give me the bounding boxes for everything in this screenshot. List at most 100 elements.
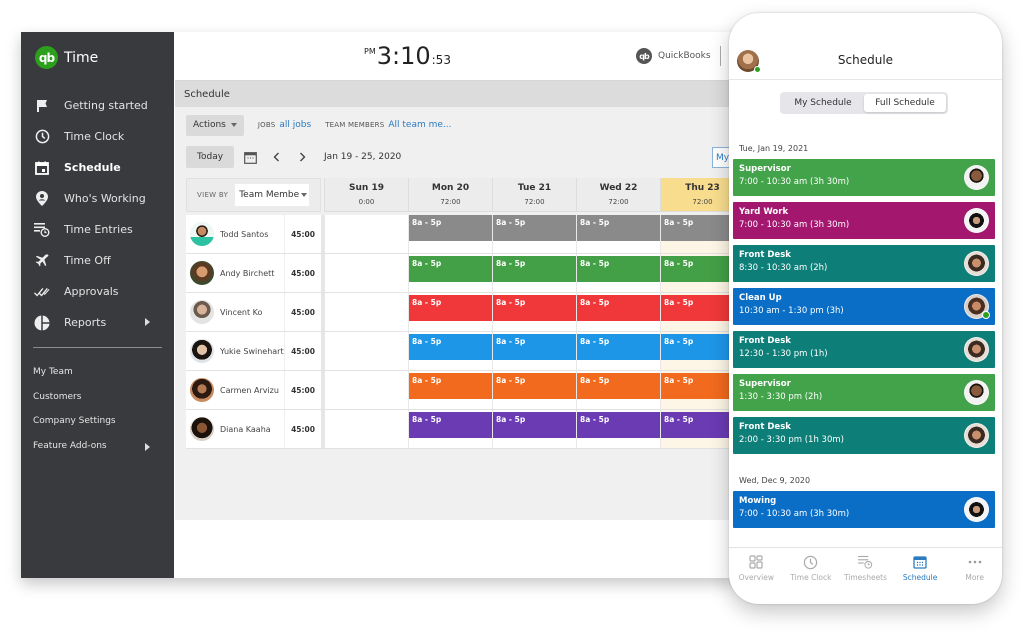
day-header[interactable]: Sun 19 0:00 (324, 178, 408, 212)
schedule-cell[interactable]: 8a - 5p (408, 254, 492, 292)
tab-time-clock[interactable]: Time Clock (784, 554, 839, 604)
schedule-cell[interactable]: 8a - 5p (660, 332, 736, 370)
day-header-today[interactable]: Thu 23 72:00 (660, 178, 736, 212)
member-cell[interactable]: Andy Birchett (186, 254, 285, 292)
schedule-cell[interactable]: 8a - 5p (492, 410, 576, 448)
shift-block[interactable]: 8a - 5p (409, 373, 492, 399)
schedule-cell[interactable]: 8a - 5p (408, 332, 492, 370)
day-header[interactable]: Tue 21 72:00 (492, 178, 576, 212)
jobs-filter-link[interactable]: all jobs (279, 120, 311, 130)
sidebar-item-my-team[interactable]: My Team (21, 360, 174, 385)
shift-block[interactable]: 8a - 5p (661, 215, 736, 241)
member-cell[interactable]: Todd Santos (186, 215, 285, 253)
shift-block[interactable]: 8a - 5p (493, 215, 576, 241)
shift-card[interactable]: Front Desk 12:30 - 1:30 pm (1h) (733, 331, 995, 368)
schedule-cell[interactable] (324, 293, 408, 331)
shift-card[interactable]: Front Desk 2:00 - 3:30 pm (1h 30m) (733, 417, 995, 454)
schedule-cell[interactable] (324, 410, 408, 448)
sidebar-item-getting-started[interactable]: Getting started (21, 90, 174, 121)
sidebar-item-schedule[interactable]: Schedule (21, 152, 174, 183)
shift-block[interactable]: 8a - 5p (661, 412, 736, 438)
day-header[interactable]: Mon 20 72:00 (408, 178, 492, 212)
sidebar-item-feature-add-ons[interactable]: Feature Add-ons (21, 434, 174, 459)
member-cell[interactable]: Diana Kaaha (186, 410, 285, 448)
schedule-cell[interactable] (324, 254, 408, 292)
shift-block[interactable]: 8a - 5p (493, 256, 576, 282)
sidebar-item-time-entries[interactable]: Time Entries (21, 214, 174, 245)
tab-schedule[interactable]: Schedule (893, 554, 948, 604)
sidebar-item-time-clock[interactable]: Time Clock (21, 121, 174, 152)
segment-full-schedule[interactable]: Full Schedule (864, 94, 946, 112)
schedule-cell[interactable]: 8a - 5p (408, 215, 492, 253)
tab-more[interactable]: More (947, 554, 1002, 604)
shift-card[interactable]: Yard Work 7:00 - 10:30 am (3h 30m) (733, 202, 995, 239)
view-by-select[interactable]: Team Membe (235, 184, 310, 206)
shift-block[interactable]: 8a - 5p (409, 295, 492, 321)
shift-block[interactable]: 8a - 5p (661, 256, 736, 282)
shift-card[interactable]: Supervisor 7:00 - 10:30 am (3h 30m) (733, 159, 995, 196)
schedule-cell[interactable]: 8a - 5p (660, 371, 736, 409)
schedule-cell[interactable]: 8a - 5p (576, 332, 660, 370)
shift-block[interactable]: 8a - 5p (409, 334, 492, 360)
shift-block[interactable]: 8a - 5p (577, 215, 660, 241)
shift-card[interactable]: Clean Up 10:30 am - 1:30 pm (3h) (733, 288, 995, 325)
shift-block[interactable]: 8a - 5p (661, 373, 736, 399)
member-cell[interactable]: Yukie Swinehart (186, 332, 285, 370)
shift-card[interactable]: Supervisor 1:30 - 3:30 pm (2h) (733, 374, 995, 411)
sidebar-item-time-off[interactable]: Time Off (21, 245, 174, 276)
shift-block[interactable]: 8a - 5p (493, 412, 576, 438)
quickbooks-link[interactable]: qb QuickBooks (636, 48, 711, 64)
member-cell[interactable]: Vincent Ko (186, 293, 285, 331)
sidebar-item-company-settings[interactable]: Company Settings (21, 409, 174, 434)
schedule-cell[interactable]: 8a - 5p (492, 215, 576, 253)
schedule-cell[interactable]: 8a - 5p (408, 293, 492, 331)
schedule-cell[interactable] (324, 215, 408, 253)
tab-timesheets[interactable]: Timesheets (838, 554, 893, 604)
schedule-cell[interactable]: 8a - 5p (492, 371, 576, 409)
shift-block[interactable]: 8a - 5p (493, 295, 576, 321)
calendar-picker-icon[interactable] (240, 147, 260, 167)
schedule-cell[interactable]: 8a - 5p (576, 410, 660, 448)
shift-block[interactable]: 8a - 5p (409, 412, 492, 438)
sidebar-item-whos-working[interactable]: Who's Working (21, 183, 174, 214)
shift-block[interactable]: 8a - 5p (409, 215, 492, 241)
sidebar-item-reports[interactable]: Reports (21, 307, 174, 338)
actions-dropdown[interactable]: Actions (186, 114, 244, 136)
schedule-cell[interactable]: 8a - 5p (660, 254, 736, 292)
schedule-cell[interactable] (324, 371, 408, 409)
sidebar-item-approvals[interactable]: Approvals (21, 276, 174, 307)
day-header[interactable]: Wed 22 72:00 (576, 178, 660, 212)
schedule-cell[interactable]: 8a - 5p (576, 215, 660, 253)
shift-block[interactable]: 8a - 5p (577, 295, 660, 321)
shift-block[interactable]: 8a - 5p (577, 373, 660, 399)
segment-my-schedule[interactable]: My Schedule (782, 94, 864, 112)
schedule-cell[interactable]: 8a - 5p (576, 254, 660, 292)
shift-block[interactable]: 8a - 5p (577, 256, 660, 282)
brand[interactable]: qb Time (35, 46, 98, 69)
schedule-cell[interactable]: 8a - 5p (492, 332, 576, 370)
previous-week-icon[interactable] (266, 147, 286, 167)
sidebar-item-customers[interactable]: Customers (21, 385, 174, 410)
schedule-cell[interactable]: 8a - 5p (576, 293, 660, 331)
today-button[interactable]: Today (186, 146, 235, 168)
schedule-cell[interactable] (324, 332, 408, 370)
shift-block[interactable]: 8a - 5p (409, 256, 492, 282)
schedule-cell[interactable]: 8a - 5p (492, 293, 576, 331)
shift-card[interactable]: Mowing 7:00 - 10:30 am (3h 30m) (733, 491, 995, 528)
schedule-cell[interactable]: 8a - 5p (408, 371, 492, 409)
team-members-filter-link[interactable]: All team me... (388, 120, 451, 130)
shift-block[interactable]: 8a - 5p (577, 334, 660, 360)
schedule-cell[interactable]: 8a - 5p (492, 254, 576, 292)
schedule-cell[interactable]: 8a - 5p (660, 215, 736, 253)
shift-block[interactable]: 8a - 5p (661, 295, 736, 321)
schedule-cell[interactable]: 8a - 5p (660, 410, 736, 448)
shift-block[interactable]: 8a - 5p (577, 412, 660, 438)
shift-block[interactable]: 8a - 5p (493, 373, 576, 399)
next-week-icon[interactable] (292, 147, 312, 167)
schedule-cell[interactable]: 8a - 5p (576, 371, 660, 409)
member-cell[interactable]: Carmen Arvizu (186, 371, 285, 409)
schedule-cell[interactable]: 8a - 5p (408, 410, 492, 448)
shift-block[interactable]: 8a - 5p (661, 334, 736, 360)
shift-block[interactable]: 8a - 5p (493, 334, 576, 360)
schedule-cell[interactable]: 8a - 5p (660, 293, 736, 331)
